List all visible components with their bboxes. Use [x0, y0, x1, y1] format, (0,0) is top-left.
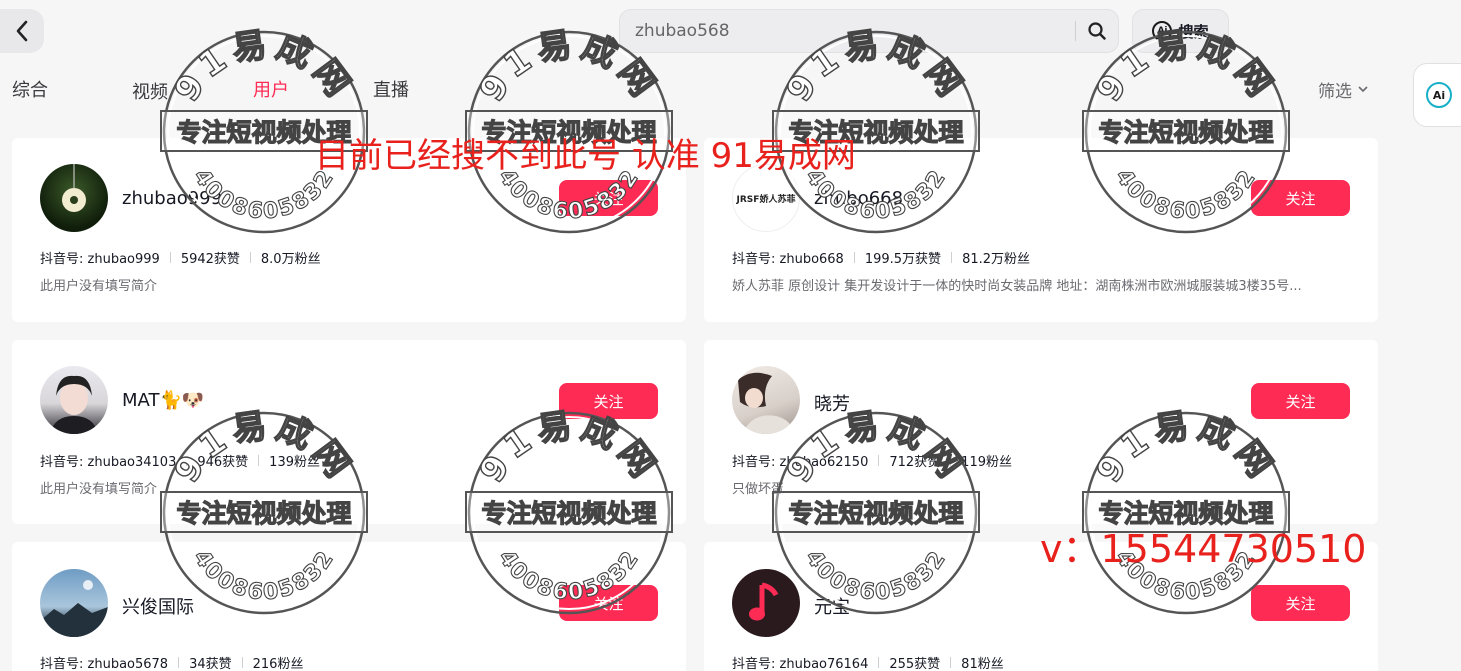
user-stats: 抖音号: zhubao76164 255获赞 81粉丝	[732, 653, 1004, 671]
search-input[interactable]	[620, 20, 1075, 42]
user-stats: 抖音号: zhubao62150 712获赞 119粉丝	[732, 451, 1012, 470]
ai-assistant-button[interactable]: Ai	[1413, 63, 1461, 127]
user-id: 抖音号: zhubao76164	[732, 657, 869, 671]
follow-button[interactable]: 关注	[559, 585, 658, 621]
user-card[interactable]: MAT🐈🐶 关注 抖音号: zhubao34103 946获赞 139粉丝 此用…	[12, 340, 686, 524]
avatar[interactable]	[732, 366, 800, 434]
follow-button[interactable]: 关注	[559, 383, 658, 419]
follow-button[interactable]: 关注	[1251, 383, 1350, 419]
user-bio: 只做坏蛋	[732, 482, 785, 497]
fans-count: 81粉丝	[961, 657, 1004, 671]
likes-count: 712获赞	[889, 455, 941, 470]
likes-count: 5942获赞	[180, 252, 240, 267]
filter-button[interactable]: 筛选	[1318, 77, 1368, 102]
follow-button[interactable]: 关注	[1251, 180, 1350, 216]
user-bio: 此用户没有填写简介	[40, 482, 158, 497]
fans-count: 139粉丝	[269, 455, 320, 470]
avatar[interactable]	[40, 366, 108, 434]
avatar[interactable]	[732, 569, 800, 637]
ai-assistant-icon: Ai	[1426, 82, 1452, 108]
user-name[interactable]: MAT🐈🐶	[122, 390, 204, 411]
avatar[interactable]	[40, 164, 108, 232]
user-id: 抖音号: zhubo668	[732, 252, 844, 267]
chevron-left-icon	[16, 20, 28, 42]
user-bio: 此用户没有填写简介	[40, 279, 158, 294]
tab-video[interactable]: 视频	[132, 78, 168, 104]
tab-live[interactable]: 直播	[373, 76, 409, 102]
user-id: 抖音号: zhubao62150	[732, 455, 869, 470]
user-stats: 抖音号: zhubo668 199.5万获赞 81.2万粉丝	[732, 248, 1030, 267]
ai-icon: Ai	[1152, 21, 1173, 41]
avatar[interactable]	[40, 569, 108, 637]
user-name[interactable]: 晓芳	[814, 390, 850, 416]
user-stats: 抖音号: zhubao999 5942获赞 8.0万粉丝	[40, 248, 321, 267]
user-card[interactable]: 兴俊国际 关注 抖音号: zhubao5678 34获赞 216粉丝	[12, 542, 686, 671]
user-id: 抖音号: zhubao5678	[40, 657, 169, 671]
douyin-user-search-page: Ai 搜索 Ai 综合 视频 用户 直播 筛选 zhubao999 关注 抖音号…	[0, 0, 1461, 671]
tab-all[interactable]: 综合	[12, 76, 48, 102]
brand-logo-text: JRSF娇人苏菲	[736, 194, 796, 205]
chevron-down-icon	[1358, 86, 1368, 93]
tab-user[interactable]: 用户	[253, 76, 289, 102]
portrait-avatar-image	[50, 375, 98, 434]
follow-button[interactable]: 关注	[1251, 585, 1350, 621]
follow-button[interactable]: 关注	[559, 180, 658, 216]
music-note-icon	[749, 582, 779, 621]
likes-count: 946获赞	[197, 455, 249, 470]
user-id: 抖音号: zhubao34103	[40, 455, 177, 470]
fans-count: 119粉丝	[961, 455, 1012, 470]
user-name[interactable]: zhubao999	[122, 188, 222, 209]
user-card[interactable]: 元宝 关注 抖音号: zhubao76164 255获赞 81粉丝	[704, 542, 1378, 671]
landscape-avatar-image	[40, 580, 108, 637]
filter-label: 筛选	[1318, 82, 1352, 102]
search-button[interactable]	[1076, 10, 1118, 52]
fans-count: 81.2万粉丝	[962, 252, 1031, 267]
user-card[interactable]: zhubao999 关注 抖音号: zhubao999 5942获赞 8.0万粉…	[12, 138, 686, 322]
likes-count: 255获赞	[889, 657, 941, 671]
user-card[interactable]: 晓芳 关注 抖音号: zhubao62150 712获赞 119粉丝 只做坏蛋	[704, 340, 1378, 524]
user-card[interactable]: JRSF娇人苏菲 zhubo668 关注 抖音号: zhubo668 199.5…	[704, 138, 1378, 322]
fans-count: 216粉丝	[252, 657, 304, 671]
ai-search-label: 搜索	[1178, 22, 1209, 41]
user-id: 抖音号: zhubao999	[40, 252, 160, 267]
likes-count: 199.5万获赞	[864, 252, 942, 267]
user-stats: 抖音号: zhubao5678 34获赞 216粉丝	[40, 653, 303, 671]
jade-avatar-image	[62, 164, 86, 212]
back-button[interactable]	[0, 9, 44, 53]
user-bio: 娇人苏菲 原创设计 集开发设计于一体的快时尚女装品牌 地址：湖南株洲市欧洲城服装…	[732, 279, 1302, 294]
search-icon	[1088, 22, 1106, 40]
user-name[interactable]: 兴俊国际	[122, 593, 194, 619]
portrait-avatar-image	[738, 372, 794, 434]
search-bar	[619, 9, 1119, 53]
likes-count: 34获赞	[189, 657, 232, 671]
user-name[interactable]: 元宝	[814, 593, 850, 619]
user-name[interactable]: zhubo668	[814, 188, 903, 209]
ai-search-button[interactable]: Ai 搜索	[1132, 9, 1229, 53]
fans-count: 8.0万粉丝	[260, 252, 321, 267]
user-stats: 抖音号: zhubao34103 946获赞 139粉丝	[40, 451, 320, 470]
avatar[interactable]: JRSF娇人苏菲	[732, 164, 800, 232]
